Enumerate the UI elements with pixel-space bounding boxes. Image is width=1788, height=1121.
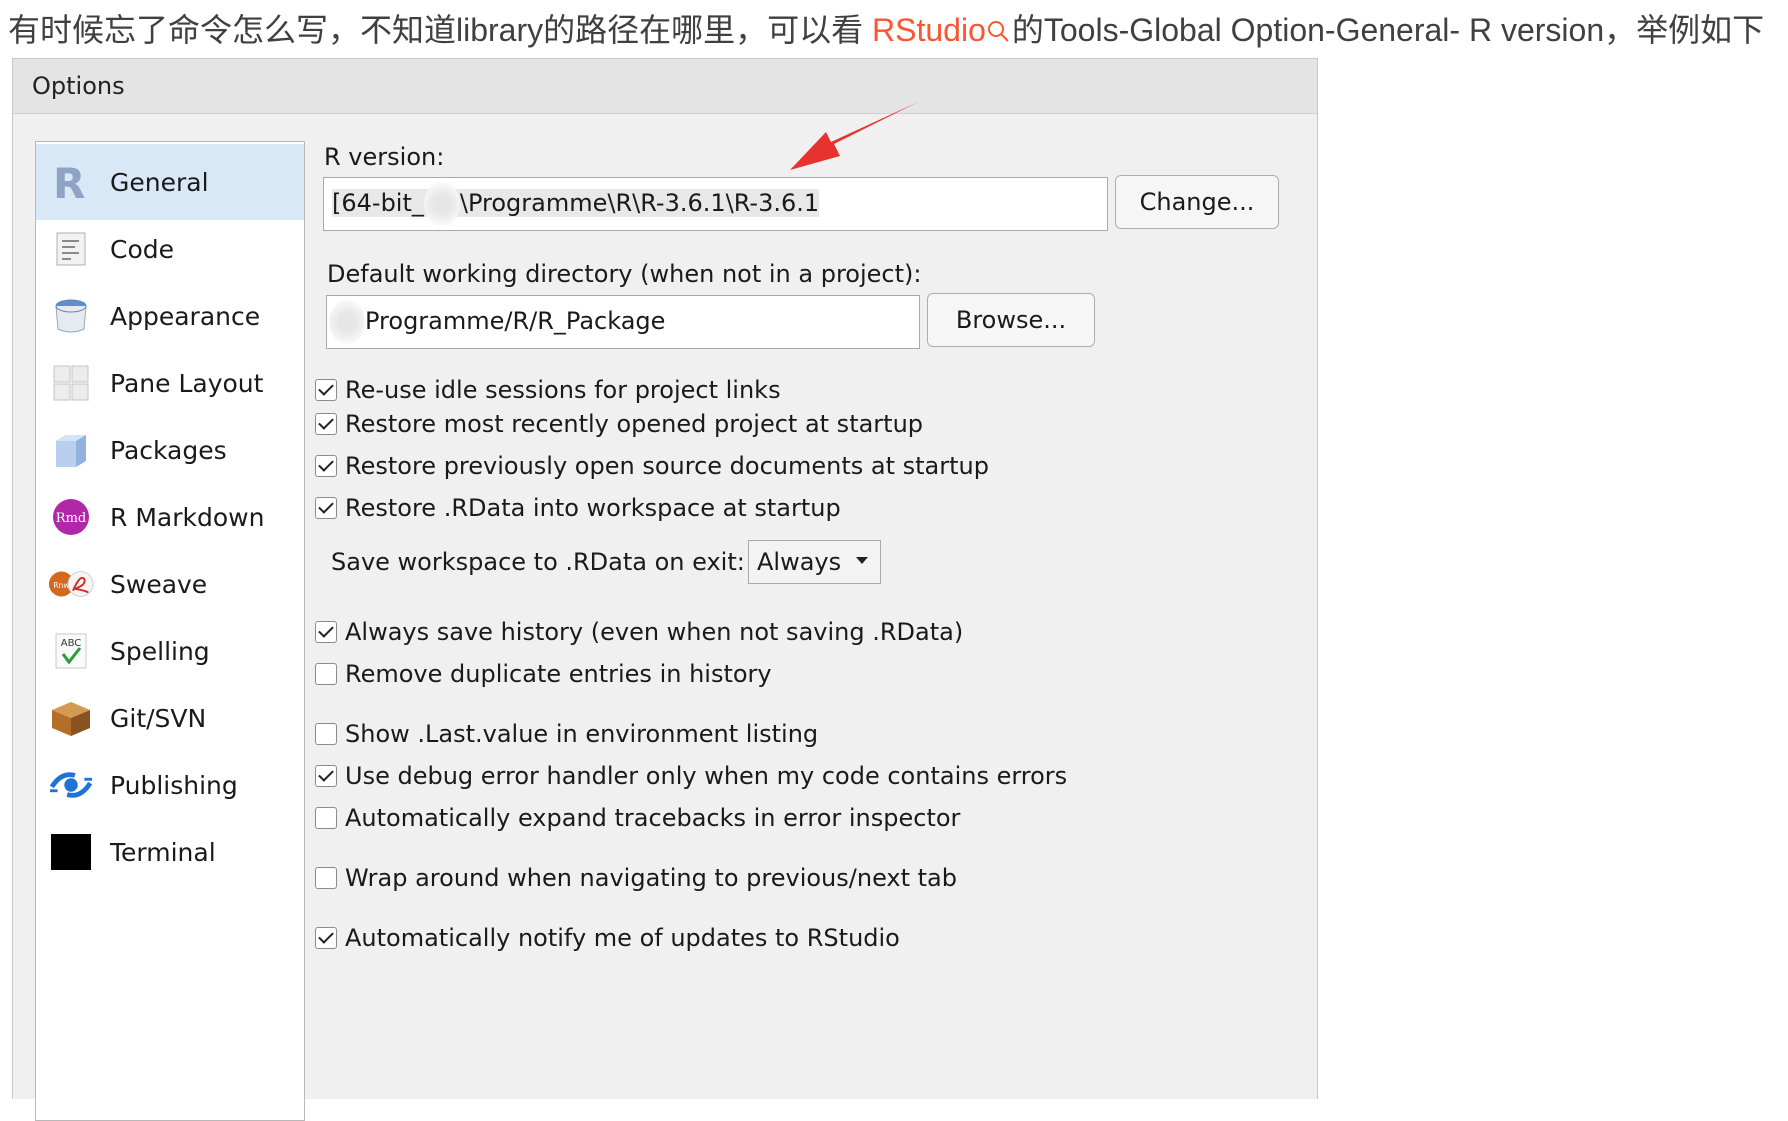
- check-label: Always save history (even when not savin…: [345, 618, 964, 646]
- checkbox[interactable]: [315, 807, 337, 829]
- check-restore-source-documents[interactable]: Restore previously open source documents…: [315, 452, 989, 480]
- sidebar-item-label: Sweave: [110, 569, 208, 599]
- checkbox[interactable]: [315, 497, 337, 519]
- check-label: Restore most recently opened project at …: [345, 410, 924, 438]
- rstudio-link[interactable]: RStudio: [872, 12, 986, 48]
- sidebar-item-label: Terminal: [110, 837, 216, 867]
- check-wrap-around-tabs[interactable]: Wrap around when navigating to previous/…: [315, 864, 957, 892]
- sidebar-item-label: Publishing: [110, 770, 238, 800]
- svg-text:R: R: [53, 162, 85, 202]
- check-label: Restore previously open source documents…: [345, 452, 989, 480]
- sidebar-item-label: Git/SVN: [110, 703, 207, 733]
- check-always-save-history[interactable]: Always save history (even when not savin…: [315, 618, 963, 646]
- r-version-suffix: \Programme\R\R-3.6.1\R-3.6.1: [459, 189, 820, 217]
- check-label: Wrap around when navigating to previous/…: [345, 864, 957, 892]
- checkbox[interactable]: [315, 621, 337, 643]
- search-icon[interactable]: [986, 12, 1012, 56]
- rmd-badge-icon: Rmd: [48, 494, 94, 540]
- checkbox[interactable]: [315, 723, 337, 745]
- chevron-down-icon: [856, 557, 868, 564]
- workdir-value: Programme/R/R_Package: [365, 307, 666, 335]
- browse-button[interactable]: Browse...: [927, 293, 1095, 347]
- intro-text: 有时候忘了命令怎么写，不知道library的路径在哪里，可以看 RStudio 的…: [8, 8, 1764, 52]
- check-restore-recent-project[interactable]: Restore most recently opened project at …: [315, 410, 923, 438]
- redacted-path-segment: [329, 300, 365, 344]
- checkbox[interactable]: [315, 455, 337, 477]
- grid-panes-icon: [48, 360, 94, 406]
- git-box-icon: [48, 695, 94, 741]
- check-remove-duplicates[interactable]: Remove duplicate entries in history: [315, 660, 772, 688]
- code-document-icon: [48, 226, 94, 272]
- change-button[interactable]: Change...: [1115, 175, 1279, 229]
- check-label: Use debug error handler only when my cod…: [345, 762, 1068, 790]
- sidebar-item-label: Appearance: [110, 301, 261, 331]
- intro-text-before: 有时候忘了命令怎么写，不知道library的路径在哪里，可以看: [8, 12, 873, 48]
- r-version-prefix: [64-bit_: [332, 189, 424, 217]
- check-restore-rdata[interactable]: Restore .RData into workspace at startup: [315, 494, 841, 522]
- check-label: Re-use idle sessions for project links: [345, 376, 781, 404]
- check-notify-updates[interactable]: Automatically notify me of updates to RS…: [315, 924, 900, 952]
- checkbox[interactable]: [315, 379, 337, 401]
- svg-text:ABC: ABC: [61, 638, 82, 649]
- publish-eye-icon: [48, 762, 94, 808]
- redacted-path-segment: [423, 182, 460, 226]
- sidebar-item-code[interactable]: Code: [36, 211, 304, 287]
- intro-text-after: 的Tools-Global Option-General- R version，…: [1011, 12, 1765, 48]
- sidebar-item-publishing[interactable]: Publishing: [36, 747, 304, 823]
- save-workspace-label: Save workspace to .RData on exit:: [331, 548, 745, 576]
- sidebar-item-general[interactable]: R General: [36, 144, 304, 220]
- sidebar-item-label: R Markdown: [110, 502, 265, 532]
- terminal-icon: [48, 829, 94, 875]
- sidebar-item-label: General: [110, 167, 209, 197]
- sidebar-item-label: Pane Layout: [110, 368, 264, 398]
- sidebar-item-label: Code: [110, 234, 175, 264]
- check-label: Restore .RData into workspace at startup: [345, 494, 841, 522]
- sidebar-item-label: Spelling: [110, 636, 210, 666]
- sidebar-item-spelling[interactable]: ABC Spelling: [36, 613, 304, 689]
- sidebar-item-sweave[interactable]: Rnw Sweave: [36, 546, 304, 622]
- checkbox[interactable]: [315, 663, 337, 685]
- package-box-icon: [48, 427, 94, 473]
- r-logo-icon: R: [48, 159, 94, 205]
- paint-bucket-icon: [48, 293, 94, 339]
- svg-text:Rmd: Rmd: [56, 511, 86, 526]
- check-label: Automatically expand tracebacks in error…: [345, 804, 961, 832]
- save-workspace-value: Always: [757, 548, 842, 576]
- save-workspace-select[interactable]: Always: [748, 540, 881, 584]
- workdir-label: Default working directory (when not in a…: [327, 260, 922, 288]
- sidebar-item-pane-layout[interactable]: Pane Layout: [36, 345, 304, 421]
- check-debug-error-handler[interactable]: Use debug error handler only when my cod…: [315, 762, 1067, 790]
- svg-text:Rnw: Rnw: [53, 581, 69, 590]
- sidebar-item-packages[interactable]: Packages: [36, 412, 304, 488]
- workdir-field[interactable]: Programme/R/R_Package: [326, 295, 920, 349]
- dialog-title: Options: [13, 59, 1317, 114]
- checkbox[interactable]: [315, 927, 337, 949]
- sweave-pdf-icon: Rnw: [48, 561, 94, 607]
- check-expand-tracebacks[interactable]: Automatically expand tracebacks in error…: [315, 804, 960, 832]
- check-show-last-value[interactable]: Show .Last.value in environment listing: [315, 720, 818, 748]
- check-label: Automatically notify me of updates to RS…: [345, 924, 900, 952]
- red-arrow-annotation: [790, 102, 918, 170]
- checkbox[interactable]: [315, 413, 337, 435]
- checkbox[interactable]: [315, 867, 337, 889]
- sidebar-item-label: Packages: [110, 435, 227, 465]
- checkbox[interactable]: [315, 765, 337, 787]
- check-reuse-idle-sessions[interactable]: Re-use idle sessions for project links: [315, 376, 781, 404]
- options-sidebar: R General Code Appearance Pane Layout Pa…: [35, 141, 305, 1121]
- sidebar-item-r-markdown[interactable]: Rmd R Markdown: [36, 479, 304, 555]
- sidebar-item-git-svn[interactable]: Git/SVN: [36, 680, 304, 756]
- sidebar-item-appearance[interactable]: Appearance: [36, 278, 304, 354]
- sidebar-item-terminal[interactable]: Terminal: [36, 814, 304, 890]
- abc-check-icon: ABC: [48, 628, 94, 674]
- r-version-field[interactable]: [64-bit_ \Programme\R\R-3.6.1\R-3.6.1: [323, 177, 1108, 231]
- check-label: Remove duplicate entries in history: [345, 660, 772, 688]
- check-label: Show .Last.value in environment listing: [345, 720, 819, 748]
- r-version-label: R version:: [324, 143, 445, 171]
